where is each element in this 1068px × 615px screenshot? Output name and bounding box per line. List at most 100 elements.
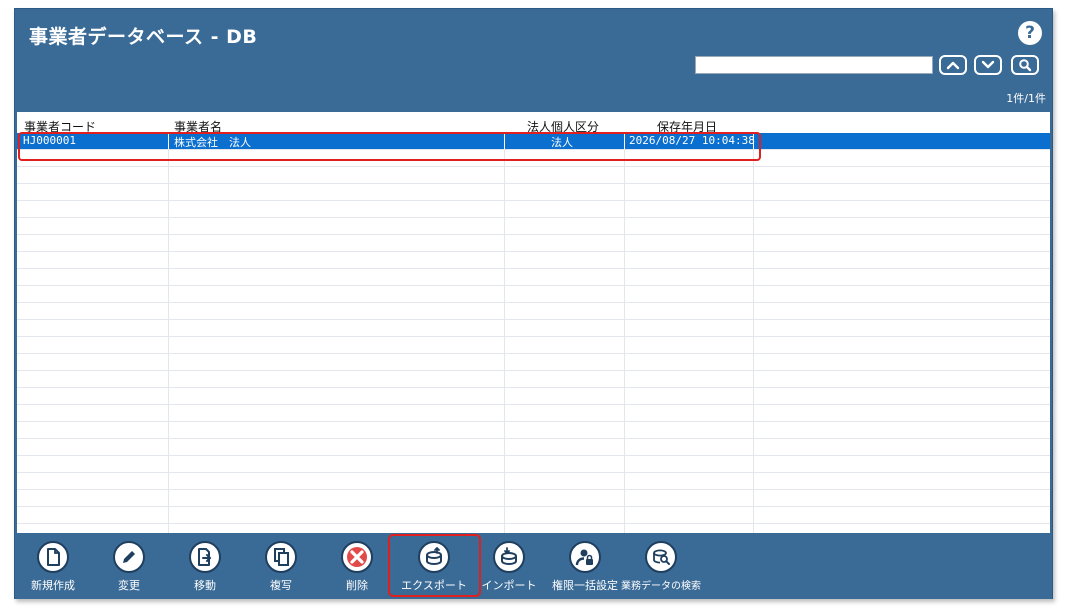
column-divider — [168, 507, 169, 523]
column-divider — [504, 201, 505, 217]
empty-table-row — [17, 473, 1050, 490]
window-title: 事業者データベース - DB — [29, 26, 258, 48]
column-divider — [753, 303, 754, 319]
empty-table-row — [17, 218, 1050, 235]
column-divider — [168, 252, 169, 268]
column-divider — [168, 218, 169, 234]
export-database-icon — [418, 541, 450, 573]
column-divider — [753, 269, 754, 285]
bottom-toolbar: 新規作成 変更 移動 複写 削除 エクスポート インポート 権限一括設定 業務デ… — [15, 533, 1052, 599]
delete-button-label: 削除 — [346, 579, 368, 592]
empty-table-row — [17, 422, 1050, 439]
column-divider — [753, 337, 754, 353]
column-divider — [504, 252, 505, 268]
search-button[interactable] — [1011, 55, 1039, 75]
column-divider — [753, 354, 754, 370]
column-divider — [504, 269, 505, 285]
cell-saved: 2026/08/27 10:04:38 — [629, 134, 755, 147]
search-input[interactable] — [695, 56, 933, 74]
column-divider — [504, 490, 505, 506]
move-document-icon — [189, 541, 221, 573]
record-count: 1件/1件 — [1006, 92, 1046, 105]
column-divider — [624, 405, 625, 421]
move-button[interactable]: 移動 — [167, 537, 243, 595]
column-divider — [624, 337, 625, 353]
empty-table-row — [17, 507, 1050, 524]
column-divider — [753, 456, 754, 472]
column-divider — [504, 422, 505, 438]
column-divider — [624, 507, 625, 523]
copy-button[interactable]: 複写 — [243, 537, 319, 595]
move-button-label: 移動 — [194, 579, 216, 592]
delete-button[interactable]: 削除 — [319, 537, 395, 595]
search-icon — [1019, 59, 1032, 72]
column-divider — [168, 473, 169, 489]
column-divider — [753, 286, 754, 302]
import-database-icon — [493, 541, 525, 573]
new-button[interactable]: 新規作成 — [15, 537, 91, 595]
column-divider — [168, 337, 169, 353]
import-button-label: インポート — [481, 579, 537, 592]
column-divider — [168, 388, 169, 404]
column-divider — [168, 303, 169, 319]
column-divider — [753, 150, 754, 166]
column-divider — [504, 337, 505, 353]
column-divider — [753, 184, 754, 200]
column-divider — [624, 439, 625, 455]
empty-table-row — [17, 150, 1050, 167]
column-divider — [168, 150, 169, 166]
import-button[interactable]: インポート — [471, 537, 547, 595]
table-row[interactable]: HJ000001 株式会社 法人 法人 2026/08/27 10:04:38 — [17, 133, 1050, 150]
empty-table-row — [17, 490, 1050, 507]
column-divider — [168, 235, 169, 251]
search-prev-button[interactable] — [939, 55, 967, 75]
edit-button[interactable]: 変更 — [91, 537, 167, 595]
column-divider — [504, 473, 505, 489]
new-document-icon — [37, 541, 69, 573]
column-divider — [168, 439, 169, 455]
user-lock-icon — [569, 541, 601, 573]
empty-table-row — [17, 388, 1050, 405]
empty-table-row — [17, 303, 1050, 320]
copy-icon — [265, 541, 297, 573]
cell-code: HJ000001 — [23, 134, 76, 147]
column-divider — [624, 524, 625, 533]
column-divider — [168, 269, 169, 285]
column-divider — [624, 235, 625, 251]
column-divider — [624, 354, 625, 370]
column-divider — [168, 524, 169, 533]
column-divider — [624, 303, 625, 319]
column-divider — [624, 150, 625, 166]
column-divider — [624, 456, 625, 472]
empty-table-row — [17, 524, 1050, 533]
export-button[interactable]: エクスポート — [396, 537, 472, 595]
column-divider — [624, 269, 625, 285]
column-divider — [504, 167, 505, 183]
column-divider — [624, 184, 625, 200]
column-divider — [168, 405, 169, 421]
permission-bulk-button[interactable]: 権限一括設定 — [547, 537, 623, 595]
column-divider — [753, 201, 754, 217]
search-next-button[interactable] — [974, 55, 1002, 75]
column-divider — [168, 201, 169, 217]
help-icon: ? — [1025, 22, 1035, 43]
business-data-search-button[interactable]: 業務データの検索 — [621, 537, 701, 595]
column-divider — [504, 286, 505, 302]
column-divider — [753, 422, 754, 438]
column-divider — [504, 150, 505, 166]
help-button[interactable]: ? — [1018, 21, 1042, 45]
empty-table-row — [17, 286, 1050, 303]
cell-name: 株式会社 法人 — [174, 136, 251, 149]
new-button-label: 新規作成 — [31, 579, 75, 592]
column-divider — [624, 286, 625, 302]
pencil-icon — [113, 541, 145, 573]
column-divider — [624, 473, 625, 489]
empty-table-row — [17, 269, 1050, 286]
cell-type: 法人 — [551, 136, 573, 149]
table-body: HJ000001 株式会社 法人 法人 2026/08/27 10:04:38 — [17, 133, 1050, 533]
column-divider — [624, 371, 625, 387]
column-divider — [504, 439, 505, 455]
column-divider — [168, 167, 169, 183]
chevron-down-icon — [981, 60, 995, 69]
column-divider — [168, 422, 169, 438]
